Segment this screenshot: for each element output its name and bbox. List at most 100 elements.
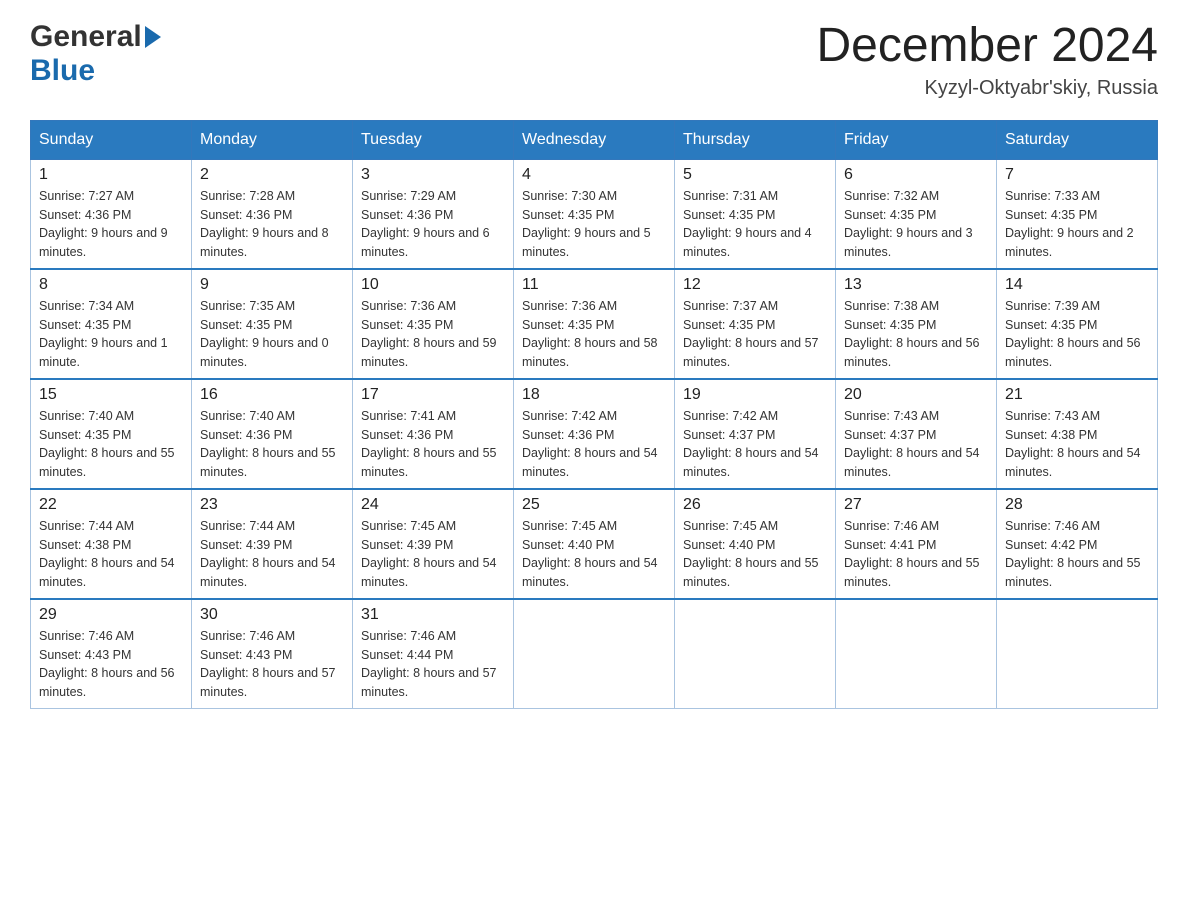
day-number: 7 [1005, 166, 1149, 184]
day-info: Sunrise: 7:29 AMSunset: 4:36 PMDaylight:… [361, 187, 505, 262]
day-info: Sunrise: 7:39 AMSunset: 4:35 PMDaylight:… [1005, 297, 1149, 372]
day-number: 29 [39, 606, 183, 624]
logo-general-part: General [30, 20, 142, 54]
calendar-week-row: 22 Sunrise: 7:44 AMSunset: 4:38 PMDayligh… [31, 489, 1158, 599]
day-number: 19 [683, 386, 827, 404]
day-number: 11 [522, 276, 666, 294]
day-number: 25 [522, 496, 666, 514]
calendar-cell: 31 Sunrise: 7:46 AMSunset: 4:44 PMDayligh… [353, 599, 514, 709]
calendar-cell [514, 599, 675, 709]
day-info: Sunrise: 7:45 AMSunset: 4:40 PMDaylight:… [522, 517, 666, 592]
day-number: 22 [39, 496, 183, 514]
day-info: Sunrise: 7:36 AMSunset: 4:35 PMDaylight:… [361, 297, 505, 372]
calendar-cell: 26Sunrise: 7:45 AMSunset: 4:40 PMDayligh… [675, 489, 836, 599]
day-info: Sunrise: 7:28 AMSunset: 4:36 PMDaylight:… [200, 187, 344, 262]
day-number: 13 [844, 276, 988, 294]
weekday-header-friday: Friday [836, 120, 997, 159]
calendar-cell: 16 Sunrise: 7:40 AMSunset: 4:36 PMDayligh… [192, 379, 353, 489]
day-number: 2 [200, 166, 344, 184]
day-info: Sunrise: 7:46 AMSunset: 4:43 PMDaylight:… [200, 627, 344, 702]
calendar-cell: 15 Sunrise: 7:40 AMSunset: 4:35 PMDayligh… [31, 379, 192, 489]
month-year-title: December 2024 [816, 20, 1158, 73]
calendar-cell: 5 Sunrise: 7:31 AMSunset: 4:35 PMDaylight… [675, 159, 836, 269]
logo-row: General [30, 20, 164, 54]
day-info: Sunrise: 7:46 AMSunset: 4:42 PMDaylight:… [1005, 517, 1149, 592]
day-number: 20 [844, 386, 988, 404]
logo: General Blue [30, 20, 164, 88]
calendar-cell: 28 Sunrise: 7:46 AMSunset: 4:42 PMDayligh… [997, 489, 1158, 599]
day-info: Sunrise: 7:33 AMSunset: 4:35 PMDaylight:… [1005, 187, 1149, 262]
calendar-cell: 23Sunrise: 7:44 AMSunset: 4:39 PMDayligh… [192, 489, 353, 599]
calendar-cell: 22 Sunrise: 7:44 AMSunset: 4:38 PMDayligh… [31, 489, 192, 599]
day-info: Sunrise: 7:42 AMSunset: 4:37 PMDaylight:… [683, 407, 827, 482]
weekday-header-thursday: Thursday [675, 120, 836, 159]
day-number: 14 [1005, 276, 1149, 294]
day-number: 24 [361, 496, 505, 514]
day-number: 31 [361, 606, 505, 624]
calendar-week-row: 8Sunrise: 7:34 AMSunset: 4:35 PMDaylight… [31, 269, 1158, 379]
calendar-cell [836, 599, 997, 709]
day-info: Sunrise: 7:43 AMSunset: 4:37 PMDaylight:… [844, 407, 988, 482]
day-info: Sunrise: 7:27 AMSunset: 4:36 PMDaylight:… [39, 187, 183, 262]
day-number: 15 [39, 386, 183, 404]
day-info: Sunrise: 7:40 AMSunset: 4:36 PMDaylight:… [200, 407, 344, 482]
location-subtitle: Kyzyl-Oktyabr'skiy, Russia [816, 77, 1158, 100]
day-number: 5 [683, 166, 827, 184]
day-number: 12 [683, 276, 827, 294]
calendar-week-row: 29 Sunrise: 7:46 AMSunset: 4:43 PMDayligh… [31, 599, 1158, 709]
calendar-cell: 1 Sunrise: 7:27 AMSunset: 4:36 PMDaylight… [31, 159, 192, 269]
day-number: 30 [200, 606, 344, 624]
calendar-week-row: 1 Sunrise: 7:27 AMSunset: 4:36 PMDaylight… [31, 159, 1158, 269]
day-info: Sunrise: 7:34 AMSunset: 4:35 PMDaylight:… [39, 297, 183, 372]
day-info: Sunrise: 7:46 AMSunset: 4:44 PMDaylight:… [361, 627, 505, 702]
day-info: Sunrise: 7:36 AMSunset: 4:35 PMDaylight:… [522, 297, 666, 372]
calendar-cell: 11 Sunrise: 7:36 AMSunset: 4:35 PMDayligh… [514, 269, 675, 379]
calendar-cell [675, 599, 836, 709]
calendar-week-row: 15 Sunrise: 7:40 AMSunset: 4:35 PMDayligh… [31, 379, 1158, 489]
calendar-cell: 6Sunrise: 7:32 AMSunset: 4:35 PMDaylight… [836, 159, 997, 269]
weekday-header-monday: Monday [192, 120, 353, 159]
calendar-cell: 19 Sunrise: 7:42 AMSunset: 4:37 PMDayligh… [675, 379, 836, 489]
day-number: 17 [361, 386, 505, 404]
calendar-cell: 4Sunrise: 7:30 AMSunset: 4:35 PMDaylight… [514, 159, 675, 269]
day-info: Sunrise: 7:41 AMSunset: 4:36 PMDaylight:… [361, 407, 505, 482]
day-number: 28 [1005, 496, 1149, 514]
calendar-cell: 27 Sunrise: 7:46 AMSunset: 4:41 PMDayligh… [836, 489, 997, 599]
day-info: Sunrise: 7:37 AMSunset: 4:35 PMDaylight:… [683, 297, 827, 372]
day-number: 21 [1005, 386, 1149, 404]
weekday-header-sunday: Sunday [31, 120, 192, 159]
calendar-table: SundayMondayTuesdayWednesdayThursdayFrid… [30, 120, 1158, 709]
day-number: 26 [683, 496, 827, 514]
day-info: Sunrise: 7:31 AMSunset: 4:35 PMDaylight:… [683, 187, 827, 262]
day-number: 18 [522, 386, 666, 404]
day-number: 9 [200, 276, 344, 294]
day-info: Sunrise: 7:40 AMSunset: 4:35 PMDaylight:… [39, 407, 183, 482]
logo-blue-row: Blue [30, 54, 95, 88]
calendar-cell: 7 Sunrise: 7:33 AMSunset: 4:35 PMDaylight… [997, 159, 1158, 269]
day-info: Sunrise: 7:44 AMSunset: 4:38 PMDaylight:… [39, 517, 183, 592]
day-info: Sunrise: 7:46 AMSunset: 4:41 PMDaylight:… [844, 517, 988, 592]
day-info: Sunrise: 7:43 AMSunset: 4:38 PMDaylight:… [1005, 407, 1149, 482]
day-number: 27 [844, 496, 988, 514]
day-number: 10 [361, 276, 505, 294]
calendar-cell: 29Sunrise: 7:46 AMSunset: 4:43 PMDayligh… [31, 599, 192, 709]
weekday-header-tuesday: Tuesday [353, 120, 514, 159]
day-info: Sunrise: 7:44 AMSunset: 4:39 PMDaylight:… [200, 517, 344, 592]
weekday-header-wednesday: Wednesday [514, 120, 675, 159]
day-info: Sunrise: 7:45 AMSunset: 4:39 PMDaylight:… [361, 517, 505, 592]
calendar-cell: 2 Sunrise: 7:28 AMSunset: 4:36 PMDaylight… [192, 159, 353, 269]
calendar-cell: 20 Sunrise: 7:43 AMSunset: 4:37 PMDayligh… [836, 379, 997, 489]
day-number: 6 [844, 166, 988, 184]
day-info: Sunrise: 7:35 AMSunset: 4:35 PMDaylight:… [200, 297, 344, 372]
calendar-cell: 3Sunrise: 7:29 AMSunset: 4:36 PMDaylight… [353, 159, 514, 269]
day-info: Sunrise: 7:38 AMSunset: 4:35 PMDaylight:… [844, 297, 988, 372]
weekday-header-saturday: Saturday [997, 120, 1158, 159]
day-number: 16 [200, 386, 344, 404]
logo-blue-part: Blue [30, 54, 95, 87]
calendar-cell: 12 Sunrise: 7:37 AMSunset: 4:35 PMDayligh… [675, 269, 836, 379]
calendar-cell: 10 Sunrise: 7:36 AMSunset: 4:35 PMDayligh… [353, 269, 514, 379]
weekday-header-row: SundayMondayTuesdayWednesdayThursdayFrid… [31, 120, 1158, 159]
calendar-cell: 24 Sunrise: 7:45 AMSunset: 4:39 PMDayligh… [353, 489, 514, 599]
calendar-cell: 14 Sunrise: 7:39 AMSunset: 4:35 PMDayligh… [997, 269, 1158, 379]
day-number: 1 [39, 166, 183, 184]
